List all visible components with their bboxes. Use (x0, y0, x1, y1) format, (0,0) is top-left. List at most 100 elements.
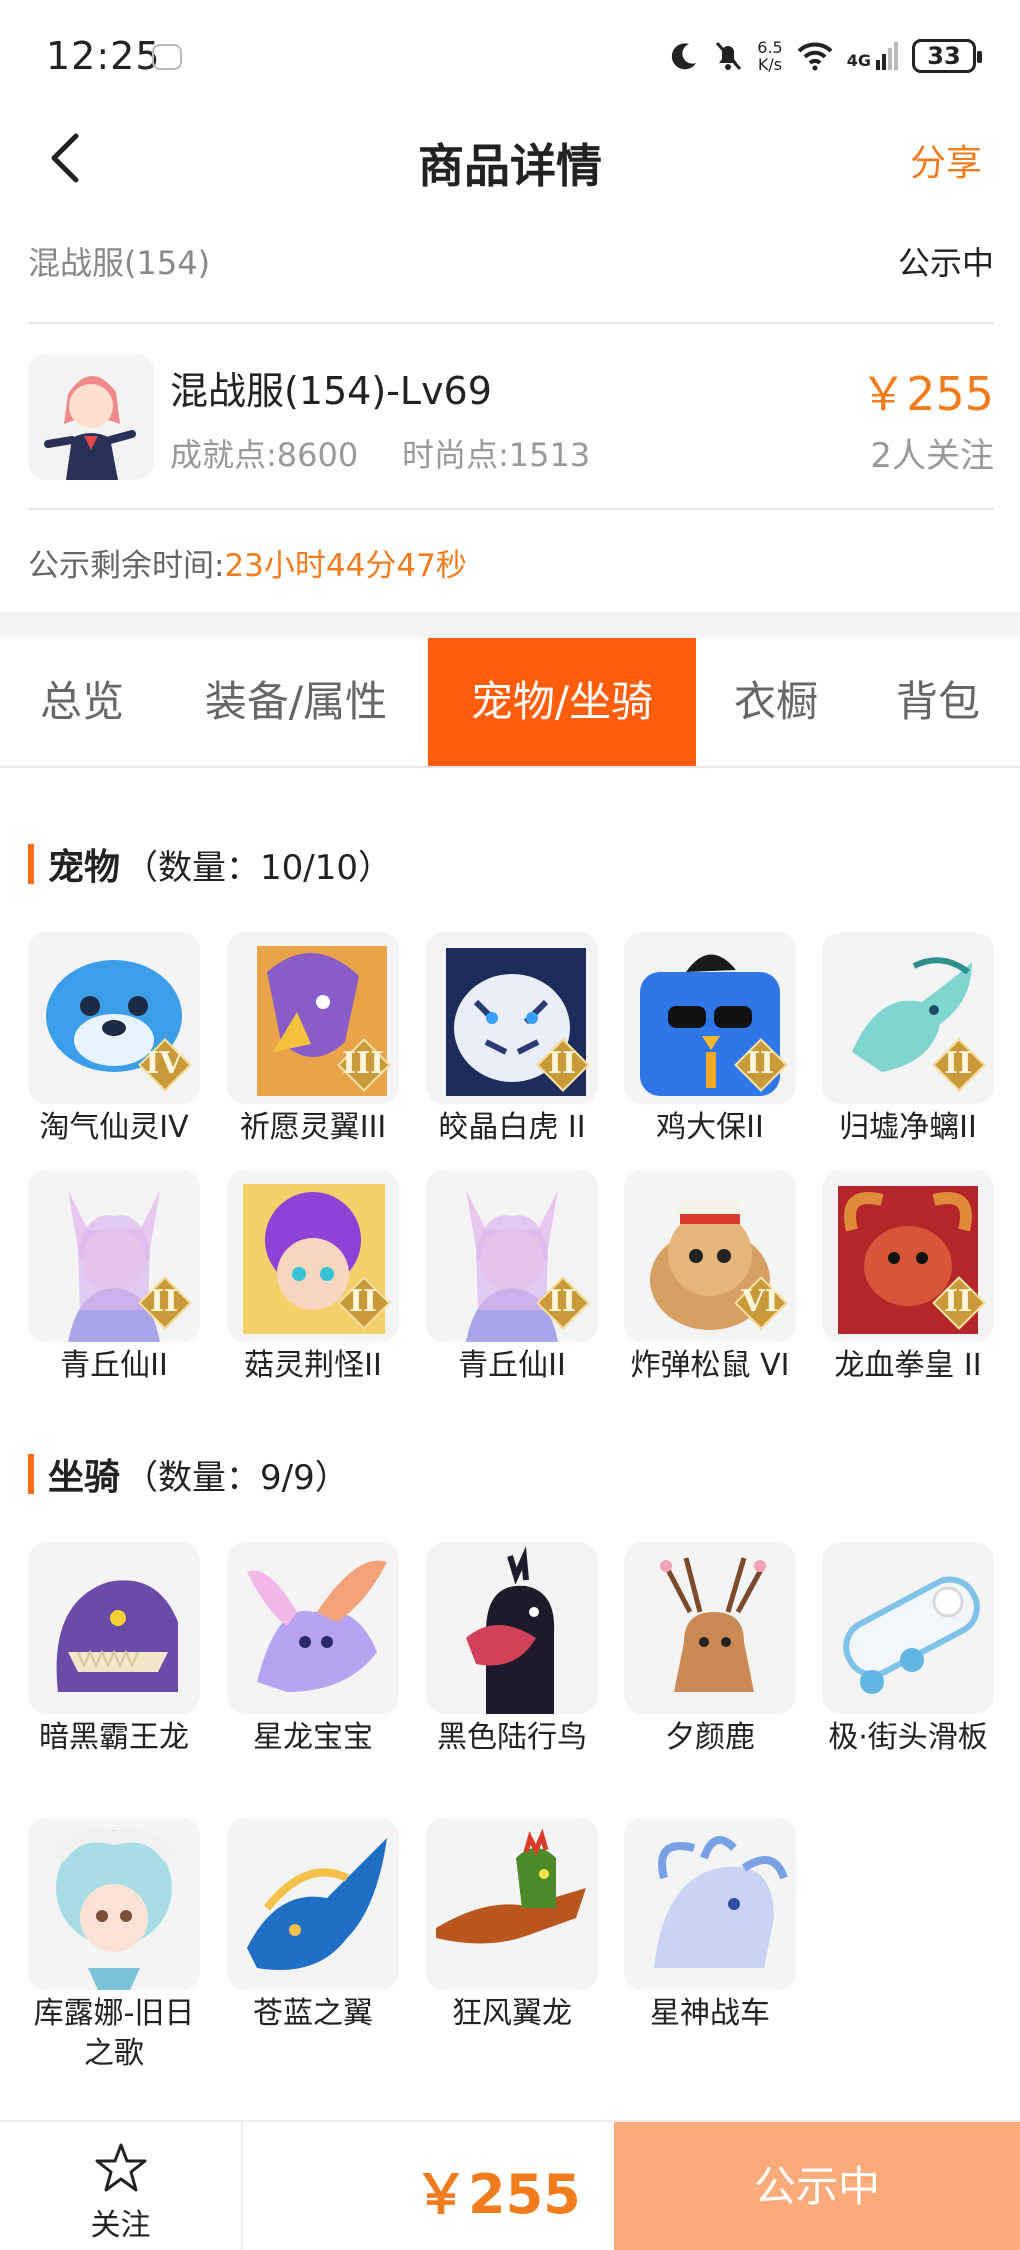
pet-name: 鸡大保II (656, 1110, 764, 1145)
mounts-section-header: 坐骑 （数量：9/9） (28, 1444, 349, 1504)
server-status: 公示中 (897, 244, 994, 282)
pet-item[interactable]: II 青丘仙II (28, 1170, 200, 1386)
fashion-points: 时尚点:1513 (402, 436, 591, 474)
tier-label: II (547, 1284, 577, 1319)
pet-name: 归墟净螭II (839, 1110, 977, 1145)
net-speed-value: 6.5 (757, 38, 783, 57)
pet-item[interactable]: IV 淘气仙灵IV (28, 932, 200, 1148)
mount-item[interactable]: 极·街头滑板 (822, 1542, 994, 1758)
tab-bar: 总览 装备/属性 宠物/坐骑 衣橱 背包 (0, 638, 1020, 768)
mute-bell-icon (716, 42, 742, 70)
pet-thumbnail: VI (624, 1170, 796, 1342)
pet-name: 龙血拳皇 II (834, 1348, 982, 1383)
follower-count: 2人关注 (870, 436, 994, 476)
tier-badge: II (930, 1274, 986, 1330)
net-speed-unit: K/s (757, 55, 783, 74)
server-name: 混战服(154) (28, 244, 211, 282)
tier-badge: II (335, 1274, 391, 1330)
pet-name: 青丘仙II (60, 1348, 168, 1383)
pet-thumbnail: II (426, 1170, 598, 1342)
nav-bar: 商品详情 分享 (0, 110, 1020, 240)
pet-item[interactable]: II 龙血拳皇 II (822, 1170, 994, 1386)
tier-badge: II (136, 1274, 192, 1330)
mount-item[interactable]: 暗黑霸王龙 (28, 1542, 200, 1758)
tab-overview[interactable]: 总览 (0, 638, 164, 766)
tier-badge: II (732, 1036, 788, 1092)
tab-pets-mounts[interactable]: 宠物/坐骑 (428, 638, 696, 766)
tier-label: II (149, 1284, 179, 1319)
mount-item[interactable]: 星龙宝宝 (227, 1542, 399, 1758)
tab-backpack[interactable]: 背包 (856, 638, 1020, 766)
tier-label: VI (741, 1284, 779, 1319)
mount-name: 苍蓝之翼 (253, 1996, 373, 2031)
pet-name: 菇灵荆怪II (244, 1348, 382, 1383)
bottom-action-bar: 关注 ￥255 公示中 (0, 2120, 1020, 2250)
mount-item[interactable]: 夕颜鹿 (624, 1542, 796, 1758)
tier-badge: VI (732, 1274, 788, 1330)
moon-icon (672, 43, 697, 70)
star-icon (95, 2143, 147, 2192)
pet-thumbnail: II (426, 932, 598, 1104)
pet-item[interactable]: II 归墟净螭II (822, 932, 994, 1148)
pet-name: 青丘仙II (458, 1348, 566, 1383)
wifi-icon (797, 42, 833, 71)
mount-thumbnail (426, 1818, 598, 1990)
character-title: 混战服(154)-Lv69 (170, 369, 492, 413)
pet-item[interactable]: II 青丘仙II (426, 1170, 598, 1386)
pets-title: 宠物 (48, 847, 121, 888)
battery-icon: 33 (912, 39, 982, 73)
mount-thumbnail (227, 1542, 399, 1714)
mount-name: 暗黑霸王龙 (39, 1720, 189, 1755)
tier-badge: IV (136, 1036, 192, 1092)
remaining-time-label: 公示剩余时间: (28, 548, 225, 584)
follow-label: 关注 (90, 2208, 151, 2243)
status-time: 12:25 (46, 34, 161, 78)
notification-icon (152, 44, 182, 70)
publicity-status-button[interactable]: 公示中 (614, 2122, 1020, 2250)
mount-item[interactable]: 库露娜-旧日之歌 (28, 1818, 200, 2074)
tier-badge: III (335, 1036, 391, 1092)
mount-item[interactable]: 黑色陆行鸟 (426, 1542, 598, 1758)
pet-name: 淘气仙灵IV (39, 1110, 189, 1145)
tier-label: II (745, 1046, 775, 1081)
pet-thumbnail: II (624, 932, 796, 1104)
status-bar: 12:25 6.5 K/s 4G 33 (0, 0, 1020, 110)
battery-level: 33 (927, 42, 961, 70)
follow-button[interactable]: 关注 (0, 2122, 243, 2250)
pet-thumbnail: II (28, 1170, 200, 1342)
pet-item[interactable]: II 皎晶白虎 II (426, 932, 598, 1148)
remaining-time-value: 23小时44分47秒 (224, 548, 467, 584)
mount-name: 狂风翼龙 (452, 1996, 572, 2031)
achievement-points: 成就点:8600 (170, 436, 359, 474)
mount-name: 星神战车 (650, 1996, 770, 2031)
pet-thumbnail: II (822, 932, 994, 1104)
pet-name: 皎晶白虎 II (438, 1110, 586, 1145)
mount-item[interactable]: 苍蓝之翼 (227, 1818, 399, 2034)
section-marker (28, 1454, 34, 1494)
mount-name: 极·街头滑板 (828, 1720, 988, 1755)
tier-label: II (943, 1284, 973, 1319)
mount-thumbnail (624, 1818, 796, 1990)
tab-wardrobe[interactable]: 衣橱 (696, 638, 856, 766)
page-title: 商品详情 (418, 139, 602, 193)
pet-item[interactable]: III 祈愿灵翼III (227, 932, 399, 1148)
tier-label: II (348, 1284, 378, 1319)
mount-item[interactable]: 星神战车 (624, 1818, 796, 2034)
share-button[interactable]: 分享 (910, 134, 982, 186)
tab-equipment[interactable]: 装备/属性 (164, 638, 428, 766)
mount-name: 夕颜鹿 (665, 1720, 755, 1755)
net-speed: 6.5 K/s (757, 39, 782, 73)
tier-label: II (547, 1046, 577, 1081)
tier-label: II (943, 1046, 973, 1081)
mount-item[interactable]: 狂风翼龙 (426, 1818, 598, 2034)
character-summary[interactable]: 混战服(154)-Lv69 成就点:8600 时尚点:1513 ￥255 2人关… (28, 330, 994, 510)
network-type: 4G (846, 51, 871, 70)
mount-thumbnail (28, 1542, 200, 1714)
pets-count: （数量：10/10） (124, 847, 392, 888)
remaining-time: 公示剩余时间:23小时44分47秒 (28, 540, 467, 585)
pets-section-header: 宠物 （数量：10/10） (28, 834, 392, 894)
pet-item[interactable]: II 鸡大保II (624, 932, 796, 1148)
pet-item[interactable]: II 菇灵荆怪II (227, 1170, 399, 1386)
tier-label: IV (145, 1046, 183, 1081)
pet-item[interactable]: VI 炸弹松鼠 VI (624, 1170, 796, 1386)
